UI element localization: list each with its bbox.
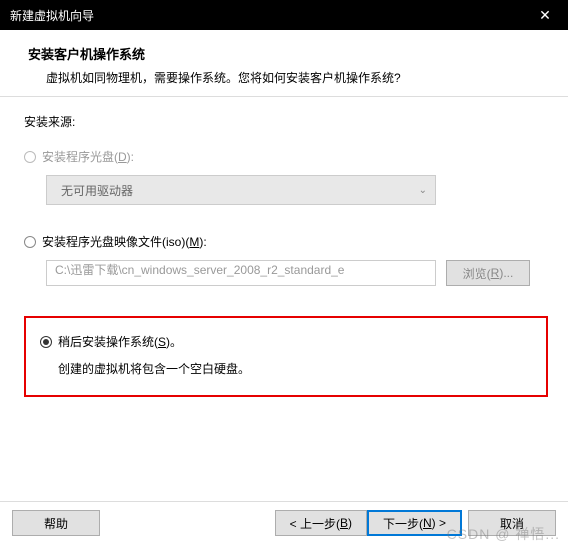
install-from-label: 安装来源: [24,113,548,130]
highlighted-option-box: 稍后安装操作系统(S)。 创建的虚拟机将包含一个空白硬盘。 [24,316,548,397]
radio-row-later[interactable]: 稍后安装操作系统(S)。 [40,333,532,350]
close-button[interactable]: ✕ [522,0,568,30]
radio-disc-label: 安装程序光盘(D): [42,148,134,165]
browse-button[interactable]: 浏览(R)... [446,260,530,286]
option-iso-file: 安装程序光盘映像文件(iso)(M): C:\迅雷下载\cn_windows_s… [24,233,548,286]
radio-iso-label: 安装程序光盘映像文件(iso)(M): [42,233,207,250]
dropdown-value: 无可用驱动器 [61,182,133,199]
page-title: 安装客户机操作系统 [28,44,548,63]
button-bar: 帮助 < 上一步(B) 下一步(N) > 取消 [0,501,568,544]
next-button[interactable]: 下一步(N) > [367,510,462,536]
radio-row-disc[interactable]: 安装程序光盘(D): [24,148,548,165]
help-button[interactable]: 帮助 [12,510,100,536]
radio-icon [40,336,52,348]
radio-later-label: 稍后安装操作系统(S)。 [58,333,182,350]
chevron-down-icon: ⌄ [419,185,427,196]
close-icon: ✕ [539,7,551,24]
cancel-button[interactable]: 取消 [468,510,556,536]
radio-icon [24,151,36,163]
window-title: 新建虚拟机向导 [10,7,94,24]
titlebar: 新建虚拟机向导 ✕ [0,0,568,30]
drive-dropdown[interactable]: 无可用驱动器 ⌄ [46,175,436,205]
page-subtitle: 虚拟机如同物理机，需要操作系统。您将如何安装客户机操作系统? [46,69,548,86]
content-area: 安装来源: 安装程序光盘(D): 无可用驱动器 ⌄ 安装程序光盘映像文件(iso… [0,97,568,407]
later-description: 创建的虚拟机将包含一个空白硬盘。 [58,360,532,377]
iso-path-input[interactable]: C:\迅雷下载\cn_windows_server_2008_r2_standa… [46,260,436,286]
iso-file-row: C:\迅雷下载\cn_windows_server_2008_r2_standa… [46,260,548,286]
radio-icon [24,236,36,248]
radio-row-iso[interactable]: 安装程序光盘映像文件(iso)(M): [24,233,548,250]
wizard-header: 安装客户机操作系统 虚拟机如同物理机，需要操作系统。您将如何安装客户机操作系统? [0,30,568,97]
back-button[interactable]: < 上一步(B) [275,510,367,536]
option-installer-disc: 安装程序光盘(D): 无可用驱动器 ⌄ [24,148,548,205]
